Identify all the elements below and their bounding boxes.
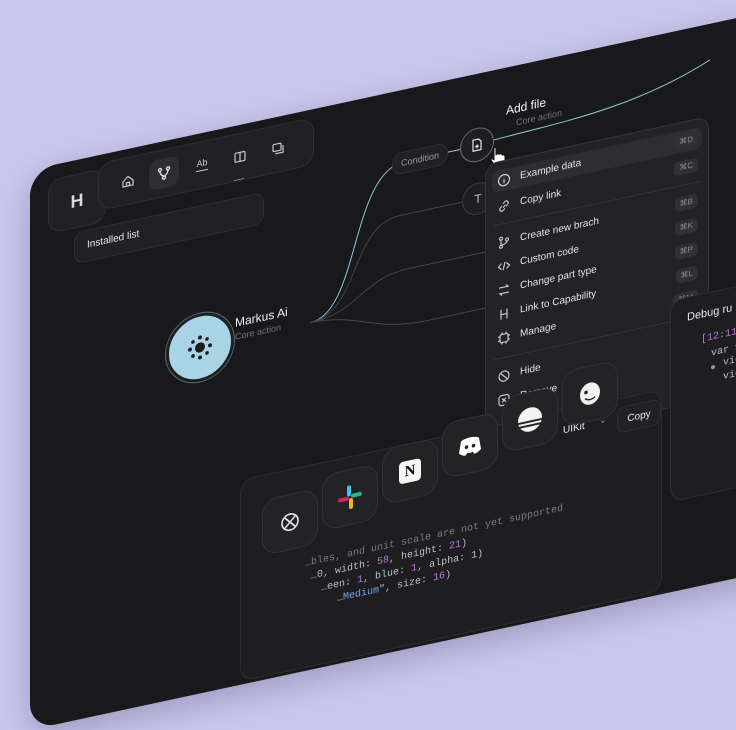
debug-panel: Debug ru [12:11:4 var vi view view: [670, 269, 736, 503]
ai-sparkle-icon: [188, 335, 212, 360]
debug-marker: [711, 364, 715, 370]
debug-panel-title: Debug ru: [687, 302, 733, 324]
condition-label: Condition: [400, 150, 440, 169]
slack-icon: [338, 485, 362, 510]
cpu-icon: [498, 331, 510, 345]
discord-icon: [459, 436, 481, 456]
openai-icon: [281, 513, 299, 532]
branch-icon: [498, 236, 510, 249]
code-icon: [497, 261, 511, 271]
capability-link-icon: [500, 308, 508, 320]
debug-line: view: [723, 366, 736, 384]
text-t-icon: T: [474, 190, 482, 207]
debug-timestamp: [12:11:4: [701, 324, 736, 346]
mailchimp-icon: [580, 382, 600, 405]
notion-icon: N: [404, 461, 416, 480]
link-icon: [499, 200, 509, 212]
copy-button[interactable]: Copy: [617, 398, 661, 434]
sunrise-icon: [518, 407, 542, 432]
file-add-icon: [472, 138, 482, 152]
connection-main: [309, 149, 460, 324]
hide-icon: [498, 370, 510, 382]
app-window: H Ab Installed list — Condition Markus A…: [30, 6, 736, 730]
connection-branch-3: [309, 248, 502, 324]
info-icon: [497, 173, 511, 187]
swap-icon: [498, 284, 510, 297]
